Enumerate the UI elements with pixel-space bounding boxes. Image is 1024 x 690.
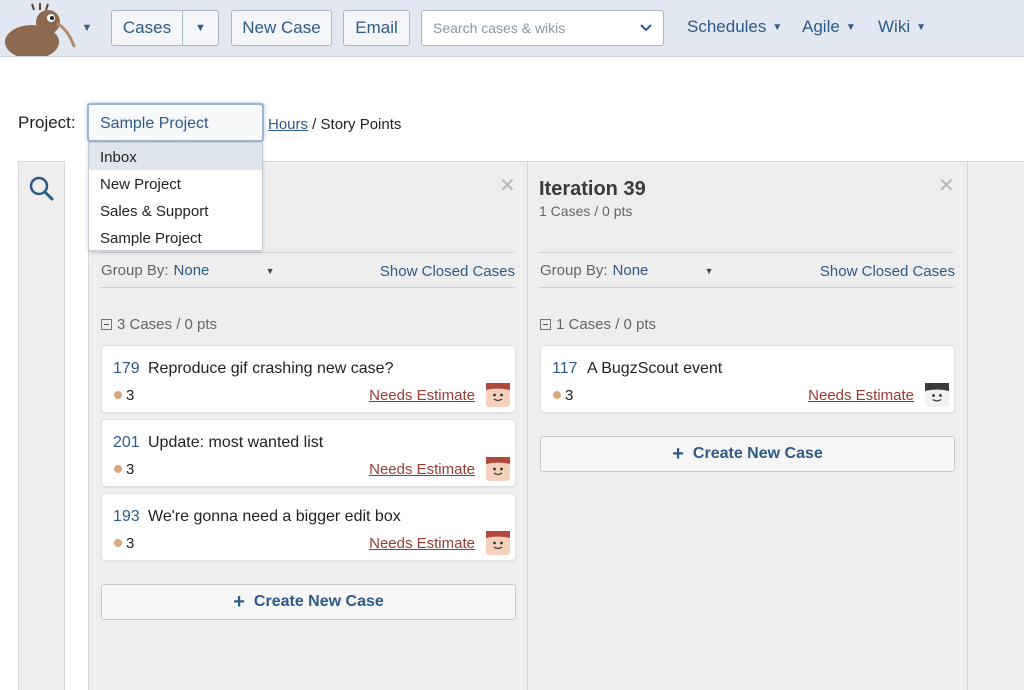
project-option-new-project[interactable]: New Project [89, 170, 262, 197]
case-points: 3 [126, 535, 135, 552]
chevron-down-icon: ▼ [772, 21, 783, 33]
search-icon[interactable] [29, 176, 55, 202]
case-card[interactable]: 179 Reproduce gif crashing new case? 3 N… [101, 345, 516, 413]
chevron-down-icon: ▼ [916, 21, 927, 33]
board-sidebar [18, 161, 65, 690]
nav-schedules-label: Schedules [687, 17, 767, 36]
case-points: 3 [565, 387, 574, 404]
case-card[interactable]: 193 We're gonna need a bigger edit box 3… [101, 493, 516, 561]
nav-schedules[interactable]: Schedules ▼ [687, 17, 782, 37]
needs-estimate-link[interactable]: Needs Estimate [369, 387, 475, 404]
group-by-select[interactable]: None ▼ [174, 262, 278, 279]
iteration-summary: 1 Cases / 0 pts [539, 203, 633, 219]
needs-estimate-link[interactable]: Needs Estimate [369, 535, 475, 552]
case-title[interactable]: Reproduce gif crashing new case? [148, 360, 393, 378]
avatar-icon[interactable] [486, 457, 510, 481]
nav-agile-label: Agile [802, 17, 840, 36]
case-id[interactable]: 201 [113, 434, 140, 452]
needs-estimate-link[interactable]: Needs Estimate [808, 387, 914, 404]
plus-icon: + [233, 591, 245, 613]
chevron-down-icon: ▼ [704, 265, 714, 276]
close-icon[interactable]: ✕ [938, 176, 955, 196]
board-column-iteration: Iteration 39 1 Cases / 0 pts ✕ Group By:… [528, 161, 968, 690]
divider [100, 252, 515, 253]
board-column-partial [968, 161, 1024, 690]
case-card[interactable]: 117 A BugzScout event 3 Needs Estimate [540, 345, 955, 413]
close-icon[interactable]: ✕ [499, 176, 516, 196]
divider [539, 252, 954, 253]
case-points: 3 [126, 387, 135, 404]
project-select[interactable]: Sample Project [87, 103, 264, 142]
create-new-case-button[interactable]: + Create New Case [101, 584, 516, 620]
project-option-sample-project[interactable]: Sample Project [89, 224, 262, 251]
plus-icon: + [672, 443, 684, 465]
group-by-value: None [612, 262, 649, 279]
metric-separator: / [308, 116, 321, 133]
iteration-title: Iteration 39 [539, 178, 646, 200]
group-by: Group By: None ▼ [540, 262, 717, 279]
points-dot-icon [553, 391, 561, 399]
points-dot-icon [114, 465, 122, 473]
estimate-metric-toggle: Hours / Story Points [268, 116, 401, 133]
group-by-label: Group By: [540, 262, 608, 279]
points-dot-icon [114, 391, 122, 399]
case-title[interactable]: A BugzScout event [587, 360, 722, 378]
divider [100, 287, 515, 288]
cases-button[interactable]: Cases [111, 10, 183, 46]
new-case-button[interactable]: New Case [231, 10, 332, 46]
nav-agile[interactable]: Agile ▼ [802, 17, 856, 37]
story-points-label: Story Points [320, 116, 402, 133]
create-new-case-label: Create New Case [692, 445, 823, 462]
show-closed-cases-link[interactable]: Show Closed Cases [380, 263, 515, 280]
cases-menu-chevron-icon[interactable]: ▼ [182, 10, 219, 46]
create-new-case-label: Create New Case [253, 593, 384, 610]
email-button[interactable]: Email [343, 10, 410, 46]
search-box[interactable] [421, 10, 664, 46]
show-closed-cases-link[interactable]: Show Closed Cases [820, 263, 955, 280]
group-header[interactable]: 3 Cases / 0 pts [101, 316, 217, 333]
divider [539, 287, 954, 288]
case-id[interactable]: 179 [113, 360, 140, 378]
chevron-down-icon: ▼ [845, 21, 856, 33]
case-title[interactable]: We're gonna need a bigger edit box [148, 508, 401, 526]
group-by: Group By: None ▼ [101, 262, 278, 279]
group-by-value: None [173, 262, 210, 279]
avatar-icon[interactable] [486, 531, 510, 555]
points-dot-icon [114, 539, 122, 547]
create-new-case-button[interactable]: + Create New Case [540, 436, 955, 472]
nav-wiki[interactable]: Wiki ▼ [878, 17, 926, 37]
project-option-sales-support[interactable]: Sales & Support [89, 197, 262, 224]
kiwi-logo-icon[interactable] [2, 2, 78, 56]
nav-wiki-label: Wiki [878, 17, 911, 36]
case-card[interactable]: 201 Update: most wanted list 3 Needs Est… [101, 419, 516, 487]
collapse-icon[interactable] [101, 319, 112, 330]
case-title[interactable]: Update: most wanted list [148, 434, 323, 452]
case-points: 3 [126, 461, 135, 478]
needs-estimate-link[interactable]: Needs Estimate [369, 461, 475, 478]
project-dropdown-menu: Inbox New Project Sales & Support Sample… [88, 142, 263, 251]
hours-link[interactable]: Hours [268, 116, 308, 133]
project-label: Project: [18, 113, 76, 132]
search-chevron-down-icon[interactable] [638, 19, 654, 35]
top-navigation-bar: ▼ Cases ▼ New Case Email Schedules ▼ Agi… [0, 0, 1024, 57]
project-option-inbox[interactable]: Inbox [89, 143, 262, 170]
group-summary: 1 Cases / 0 pts [556, 316, 657, 333]
collapse-icon[interactable] [540, 319, 551, 330]
case-id[interactable]: 193 [113, 508, 140, 526]
search-input[interactable] [422, 11, 622, 45]
group-summary: 3 Cases / 0 pts [117, 316, 218, 333]
case-id[interactable]: 117 [552, 360, 578, 378]
avatar-icon[interactable] [486, 383, 510, 407]
avatar-icon[interactable] [925, 383, 949, 407]
group-by-label: Group By: [101, 262, 169, 279]
group-by-select[interactable]: None ▼ [613, 262, 717, 279]
group-header[interactable]: 1 Cases / 0 pts [540, 316, 656, 333]
chevron-down-icon: ▼ [265, 265, 275, 276]
logo-menu-chevron-icon[interactable]: ▼ [78, 20, 96, 36]
